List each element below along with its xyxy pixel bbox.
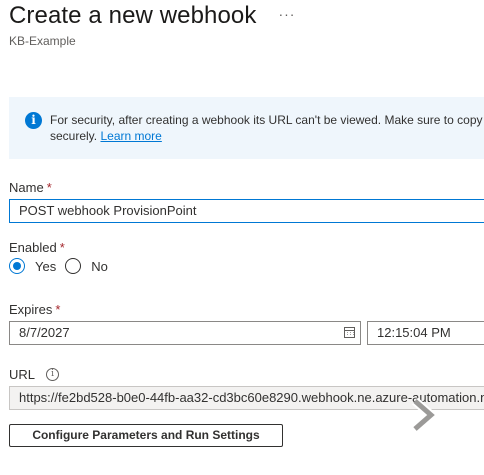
enabled-label: Enabled * [9,240,65,255]
learn-more-link[interactable]: Learn more [100,129,161,143]
required-mark: * [46,180,52,195]
expires-time-input[interactable]: 12:15:04 PM [367,321,484,345]
radio-label-no: No [91,258,108,274]
url-label-row: URL i [9,367,60,382]
name-label-text: Name [9,180,44,195]
security-info-banner: i For security, after creating a webhook… [9,97,484,159]
enabled-radio-group: Yes No [9,258,117,274]
expires-label-text: Expires [9,302,53,317]
url-label: URL [9,367,36,382]
banner-text-line1: For security, after creating a webhook i… [50,113,484,127]
required-mark: * [59,240,65,255]
calendar-icon[interactable] [344,327,355,338]
page-subtitle: KB-Example [9,34,76,48]
enabled-label-text: Enabled [9,240,57,255]
expires-date-value: 8/7/2027 [19,325,70,340]
page-title: Create a new webhook [9,2,257,29]
info-icon: i [25,112,42,129]
ellipsis-icon[interactable]: ··· [278,6,295,22]
enabled-no-radio[interactable]: No [65,258,108,274]
banner-text: For security, after creating a webhook i… [50,112,484,144]
required-mark: * [55,302,61,317]
configure-parameters-button[interactable]: Configure Parameters and Run Settings [9,424,283,447]
chevron-right-icon[interactable] [403,395,443,435]
radio-checked-icon[interactable] [9,258,25,274]
radio-label-yes: Yes [35,258,57,274]
expires-date-input[interactable]: 8/7/2027 [9,321,361,345]
title-row: Create a new webhook ··· [9,2,295,30]
create-webhook-page: Create a new webhook ··· KB-Example i Fo… [0,0,484,475]
expires-label: Expires * [9,302,60,317]
banner-text-line2: securely. [50,129,98,143]
name-input[interactable]: POST webhook ProvisionPoint [9,199,484,223]
enabled-yes-radio[interactable]: Yes [9,258,56,274]
radio-unchecked-icon[interactable] [65,258,82,274]
info-circle-icon[interactable]: i [46,368,60,381]
name-label: Name * [9,180,52,195]
